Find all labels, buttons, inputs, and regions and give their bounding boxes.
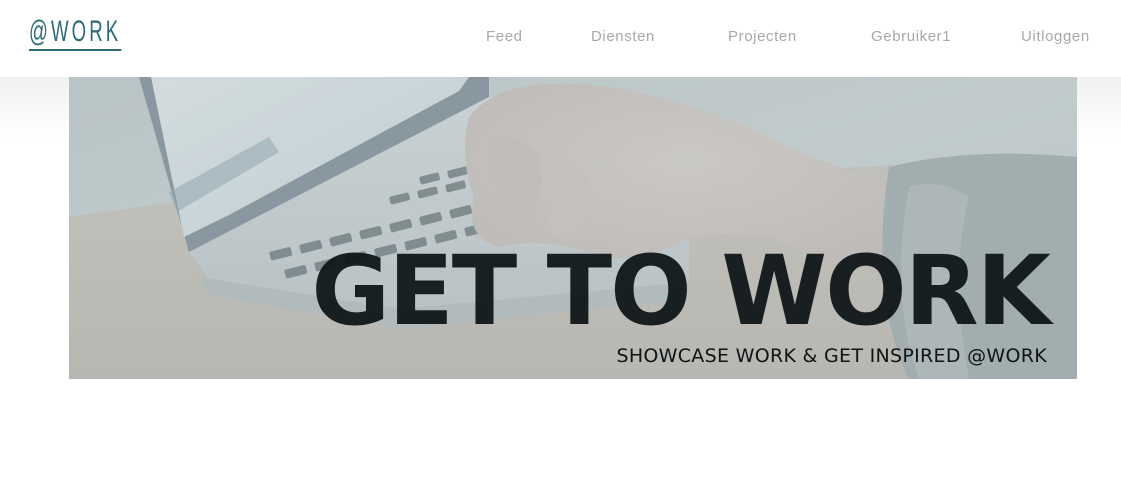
nav-item-feed[interactable]: Feed [486, 28, 523, 45]
hero-title: GET TO WORK [311, 235, 1051, 347]
nav-item-projecten[interactable]: Projecten [728, 28, 797, 45]
main-nav: Feed Diensten Projecten Gebruiker1 Uitlo… [0, 28, 1121, 48]
top-navigation-bar: @WORK Feed Diensten Projecten Gebruiker1… [0, 0, 1121, 77]
hero-subtitle: SHOWCASE WORK & GET INSPIRED @WORK [616, 345, 1047, 367]
nav-item-gebruiker[interactable]: Gebruiker1 [871, 28, 951, 45]
hero-banner: GET TO WORK SHOWCASE WORK & GET INSPIRED… [69, 77, 1077, 379]
nav-item-diensten[interactable]: Diensten [591, 28, 655, 45]
nav-item-uitloggen[interactable]: Uitloggen [1021, 28, 1090, 45]
